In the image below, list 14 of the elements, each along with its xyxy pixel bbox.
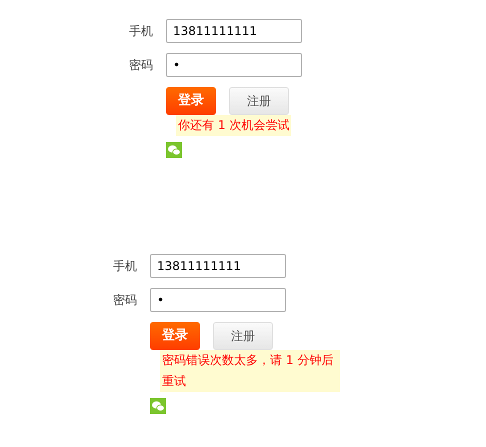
password-field[interactable]: •	[166, 53, 302, 77]
error-message: 密码错误次数太多，请 1 分钟后重试	[160, 350, 340, 392]
error-message: 你还有 1 次机会尝试	[176, 115, 292, 136]
phone-label: 手机	[112, 258, 137, 275]
password-label: 密码	[128, 57, 153, 74]
password-field[interactable]: •	[150, 288, 286, 312]
phone-field[interactable]: 13811111111	[166, 19, 302, 43]
phone-label: 手机	[128, 23, 153, 40]
register-button[interactable]: 注册	[213, 322, 273, 350]
password-label: 密码	[112, 292, 137, 309]
chat-bubbles-icon[interactable]	[150, 398, 166, 414]
register-button[interactable]: 注册	[229, 87, 289, 115]
phone-field[interactable]: 13811111111	[150, 254, 286, 278]
chat-bubbles-icon[interactable]	[166, 142, 182, 158]
